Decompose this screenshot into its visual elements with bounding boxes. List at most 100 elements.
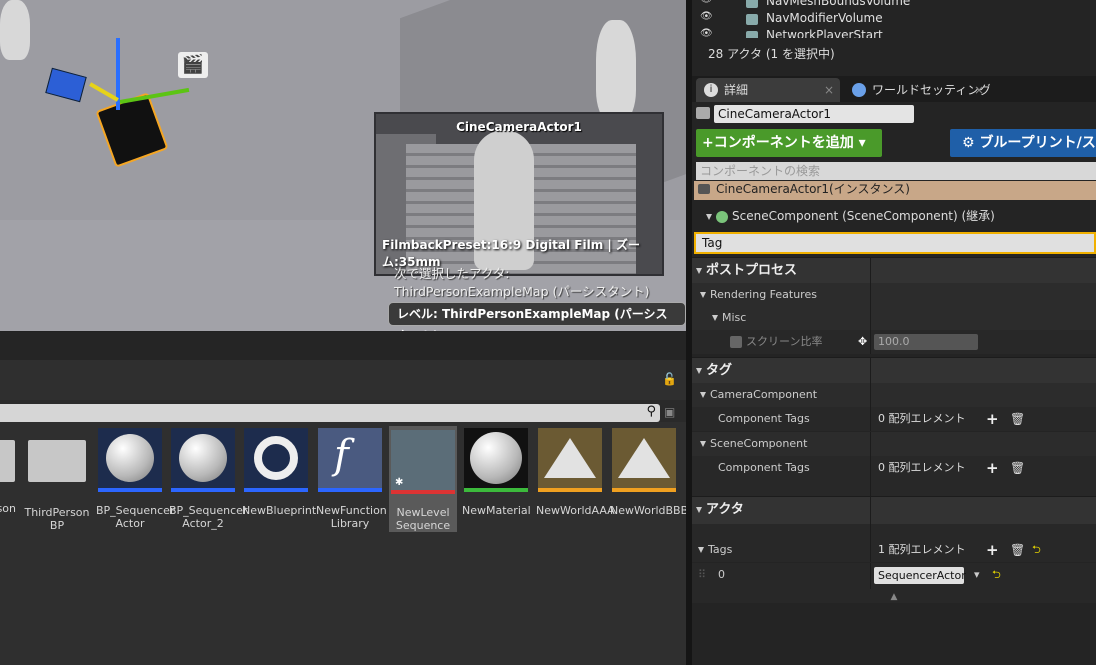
drag-handle-icon[interactable]: ⠿ (698, 563, 706, 587)
screen-percentage-field[interactable]: 100.0 (874, 334, 978, 350)
chevron-down-icon[interactable]: ▾ (974, 563, 980, 587)
group-camera-component[interactable]: CameraComponent (692, 383, 1096, 407)
expand-arrow-icon[interactable] (698, 547, 704, 553)
asset-tile[interactable]: NewBlueprint (242, 428, 316, 517)
group-label: CameraComponent (710, 388, 818, 401)
details-tabbar: i 詳細 × ワールドセッティング × (692, 76, 1096, 102)
property-label: Tags (708, 543, 733, 556)
search-icon[interactable]: ⚲ (646, 404, 656, 419)
outliner-row[interactable]: 👁 NetworkPlayerStart (692, 28, 1096, 38)
element-index: 0 (718, 568, 725, 581)
sphere-icon (106, 434, 154, 482)
world-thumbnail (538, 428, 602, 492)
close-icon[interactable]: × (824, 78, 834, 102)
trash-icon[interactable]: 🗑 (1010, 538, 1025, 562)
expand-arrow-icon (700, 441, 706, 447)
level-viewport[interactable]: 🎬 CineCameraActor1 FilmbackPreset:16:9 D… (0, 0, 686, 332)
column-divider (870, 407, 871, 431)
outliner-item-name: NavModifierVolume (766, 11, 883, 25)
selected-line-2: ThirdPersonExampleMap (パーシスタント) (394, 284, 650, 299)
column-divider (870, 480, 871, 496)
selected-cine-camera[interactable] (95, 92, 169, 168)
asset-tile[interactable]: f NewFunction Library (316, 428, 387, 530)
scene-component-icon (716, 210, 728, 223)
gizmo-y-axis[interactable] (89, 82, 119, 102)
info-icon: i (704, 83, 718, 97)
add-element-icon[interactable]: + (986, 407, 999, 431)
group-label: Misc (722, 311, 747, 324)
actor-name-field[interactable]: CineCameraActor1 (714, 105, 914, 123)
column-divider (870, 538, 871, 562)
camera-mesh-blue[interactable] (45, 67, 87, 103)
asset-tile-selected[interactable]: ✱ NewLevel Sequence (389, 426, 457, 532)
reset-to-default-icon[interactable]: ⮌ (1032, 538, 1041, 562)
column-divider (870, 432, 871, 456)
material-thumbnail (464, 428, 528, 492)
component-search-input[interactable]: コンポーネントの検索 (696, 162, 1096, 180)
trash-icon[interactable]: 🗑 (1010, 407, 1025, 431)
add-element-icon[interactable]: + (986, 456, 999, 480)
asset-tile[interactable]: NewWorldBBB (610, 428, 688, 517)
group-scene-component[interactable]: SceneComponent (692, 432, 1096, 456)
asset-tile[interactable]: ThirdPerson BP (23, 428, 91, 532)
tab-details[interactable]: i 詳細 × (696, 78, 840, 102)
outliner-row[interactable]: 👁 NavMeshBoundsVolume (692, 0, 1096, 11)
asset-label: NewFunction Library (316, 504, 387, 530)
group-misc[interactable]: Misc (692, 306, 1096, 330)
folder-icon (28, 440, 86, 482)
lock-icon[interactable]: 🔓 (662, 372, 677, 386)
asset-search-input[interactable]: ⚲ (0, 404, 660, 422)
visibility-eye-icon[interactable]: 👁 (700, 0, 713, 5)
close-icon[interactable]: × (974, 78, 984, 102)
category-tag[interactable]: タグ (692, 357, 1096, 383)
save-search-icon[interactable]: ▣ (664, 405, 675, 419)
expand-arrow-icon (712, 315, 718, 321)
override-checkbox[interactable] (730, 336, 742, 348)
spacer-row (692, 524, 1096, 538)
group-label: SceneComponent (710, 437, 808, 450)
character-mesh[interactable] (596, 20, 636, 120)
gizmo-x-axis[interactable] (119, 87, 190, 104)
category-actor[interactable]: アクタ (692, 496, 1096, 524)
asset-tile[interactable]: NewMaterial (462, 428, 531, 517)
column-divider (870, 330, 871, 354)
asset-tile[interactable]: BP_Sequencer Actor (96, 428, 174, 530)
category-label: タグ (706, 363, 733, 378)
category-label: ポストプロセス (706, 263, 798, 278)
world-icon (618, 438, 670, 478)
group-rendering-features[interactable]: Rendering Features (692, 283, 1096, 307)
collapse-arrow-icon[interactable]: ▲ (891, 592, 898, 602)
tag-value-field[interactable]: SequencerActor (874, 567, 966, 584)
selected-line-1: 次で選択したアクタ: (394, 266, 510, 281)
column-divider (870, 563, 871, 589)
ring-icon (254, 436, 298, 480)
character-mesh[interactable] (0, 0, 30, 60)
asset-tile[interactable]: son (0, 428, 22, 515)
column-divider (870, 258, 871, 283)
add-element-icon[interactable]: + (986, 538, 999, 562)
visibility-eye-icon[interactable]: 👁 (700, 11, 713, 22)
category-postprocess[interactable]: ポストプロセス (692, 257, 1096, 283)
outliner-row[interactable]: 👁 NavModifierVolume (692, 11, 1096, 28)
scene-component-row[interactable]: SceneComponent (SceneComponent) (継承) (706, 207, 995, 224)
asset-tile[interactable]: BP_Sequencer Actor_2 (169, 428, 247, 530)
blueprint-button[interactable]: ⚙ ブループリント/ス (950, 129, 1096, 157)
collapse-row[interactable]: ▲ (692, 589, 1096, 603)
property-component-tags: Component Tags 0 配列エレメント + 🗑 (692, 456, 1096, 480)
folder-icon (0, 440, 15, 482)
group-label: Rendering Features (710, 288, 817, 301)
clapperboard-icon[interactable]: 🎬 (178, 52, 208, 78)
visibility-eye-icon[interactable]: 👁 (700, 28, 713, 38)
world-thumbnail (612, 428, 676, 492)
reset-to-default-icon[interactable]: ⮌ (992, 563, 1001, 587)
details-search-input[interactable]: Tag (694, 232, 1096, 254)
category-label: アクタ (706, 502, 744, 517)
tab-world-settings[interactable]: ワールドセッティング × (844, 78, 990, 102)
add-component-button[interactable]: +コンポーネントを追加 ▾ (696, 129, 882, 157)
asset-tile[interactable]: NewWorldAAA (536, 428, 615, 517)
level-badge: レベル: ThirdPersonExampleMap (パーシスタント) (388, 302, 686, 331)
trash-icon[interactable]: 🗑 (1010, 456, 1025, 480)
component-instance-row[interactable]: CineCameraActor1(インスタンス) (694, 181, 1096, 200)
outliner-item-name: NetworkPlayerStart (766, 28, 883, 38)
camera-actor-icon (698, 184, 710, 194)
